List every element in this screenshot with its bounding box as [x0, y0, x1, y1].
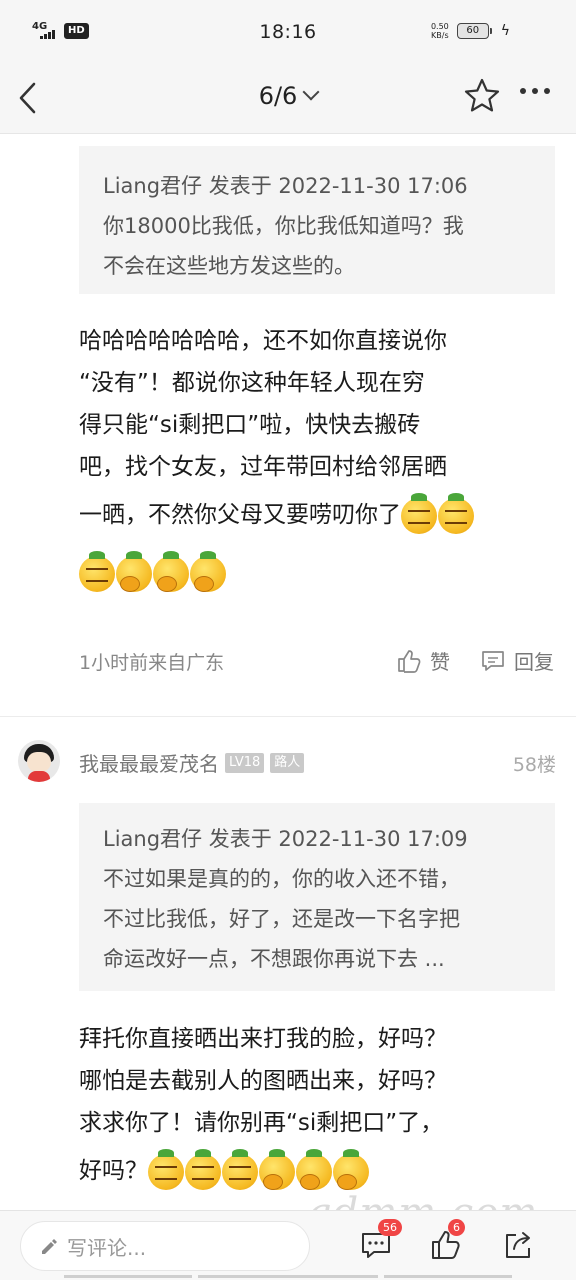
- top-nav: 6/6: [0, 62, 576, 134]
- username[interactable]: 我最最最爱茂名: [79, 748, 219, 777]
- comment-icon: [482, 650, 504, 671]
- thinking-emoji-icon: [259, 1148, 295, 1190]
- quote-header: Liang君仔 发表于 2022-11-30 17:06: [103, 174, 468, 198]
- quote-line: 命运改好一点，不想跟你再说下去 ...: [103, 947, 445, 971]
- comment-input[interactable]: 写评论...: [20, 1221, 310, 1271]
- thinking-emoji-icon: [116, 550, 152, 592]
- quoted-reply[interactable]: Liang君仔 发表于 2022-11-30 17:06 你18000比我低，你…: [79, 146, 555, 294]
- post-body: 拜托你直接晒出来打我的脸，好吗？ 哪怕是去截别人的图晒出来，好吗？ 求求你了！请…: [79, 1018, 549, 1192]
- charging-icon: ϟ: [500, 23, 510, 39]
- favorite-button[interactable]: [462, 76, 502, 116]
- smirk-emoji-icon: [148, 1148, 184, 1190]
- level-badge: LV18: [225, 752, 265, 773]
- nav-gesture-bar: [64, 1275, 192, 1278]
- reply-button[interactable]: 回复: [480, 646, 554, 675]
- avatar[interactable]: [18, 740, 60, 782]
- chevron-down-icon: [302, 83, 320, 101]
- quote-line: 不过如果是真的的，你的收入还不错，: [103, 867, 460, 891]
- thinking-emoji-icon: [333, 1148, 369, 1190]
- more-button[interactable]: [520, 88, 550, 94]
- quote-header: Liang君仔 发表于 2022-11-30 17:09: [103, 827, 468, 851]
- comment-count-badge: 56: [378, 1219, 402, 1236]
- quote-line: 不会在这些地方发这些的。: [103, 254, 355, 278]
- like-post-button[interactable]: 6: [430, 1219, 465, 1261]
- more-dots-icon: [520, 88, 526, 94]
- smirk-emoji-icon: [222, 1148, 258, 1190]
- battery-icon: 60: [456, 23, 492, 39]
- smirk-emoji-icon: [401, 492, 437, 534]
- quote-line: 你18000比我低，你比我低知道吗？我: [103, 214, 464, 238]
- star-icon: [464, 78, 500, 112]
- floor-number: 58楼: [512, 754, 556, 776]
- network-speed: 0.50 KB/s: [430, 22, 449, 40]
- role-badge: 路人: [270, 752, 305, 773]
- thinking-emoji-icon: [190, 550, 226, 592]
- share-button[interactable]: [502, 1229, 534, 1261]
- comments-button[interactable]: 56: [360, 1219, 402, 1261]
- divider: [0, 716, 576, 717]
- thinking-emoji-icon: [296, 1148, 332, 1190]
- like-button[interactable]: 赞: [396, 646, 450, 675]
- quote-line: 不过比我低，好了，还是改一下名字把: [103, 907, 460, 931]
- smirk-emoji-icon: [185, 1148, 221, 1190]
- share-icon: [506, 1232, 530, 1258]
- bottom-bar: 写评论... 56 6: [0, 1210, 576, 1280]
- smirk-emoji-icon: [438, 492, 474, 534]
- post-body: 哈哈哈哈哈哈哈，还不如你直接说你 “没有”！都说你这种年轻人现在穷 得只能“si…: [79, 320, 549, 594]
- post-author[interactable]: 我最最最爱茂名 LV18 路人: [79, 748, 305, 777]
- thumbs-up-icon: [398, 649, 421, 673]
- post-meta: 1小时前来自广东: [79, 652, 225, 674]
- smirk-emoji-icon: [79, 550, 115, 592]
- thinking-emoji-icon: [153, 550, 189, 592]
- like-count-badge: 6: [448, 1219, 465, 1236]
- quoted-reply[interactable]: Liang君仔 发表于 2022-11-30 17:09 不过如果是真的的，你的…: [79, 803, 555, 991]
- pencil-icon: [42, 1239, 57, 1254]
- status-bar: 4G HD 18:16 0.50 KB/s 60 ϟ: [0, 0, 576, 62]
- page-indicator: 6/6: [258, 82, 298, 110]
